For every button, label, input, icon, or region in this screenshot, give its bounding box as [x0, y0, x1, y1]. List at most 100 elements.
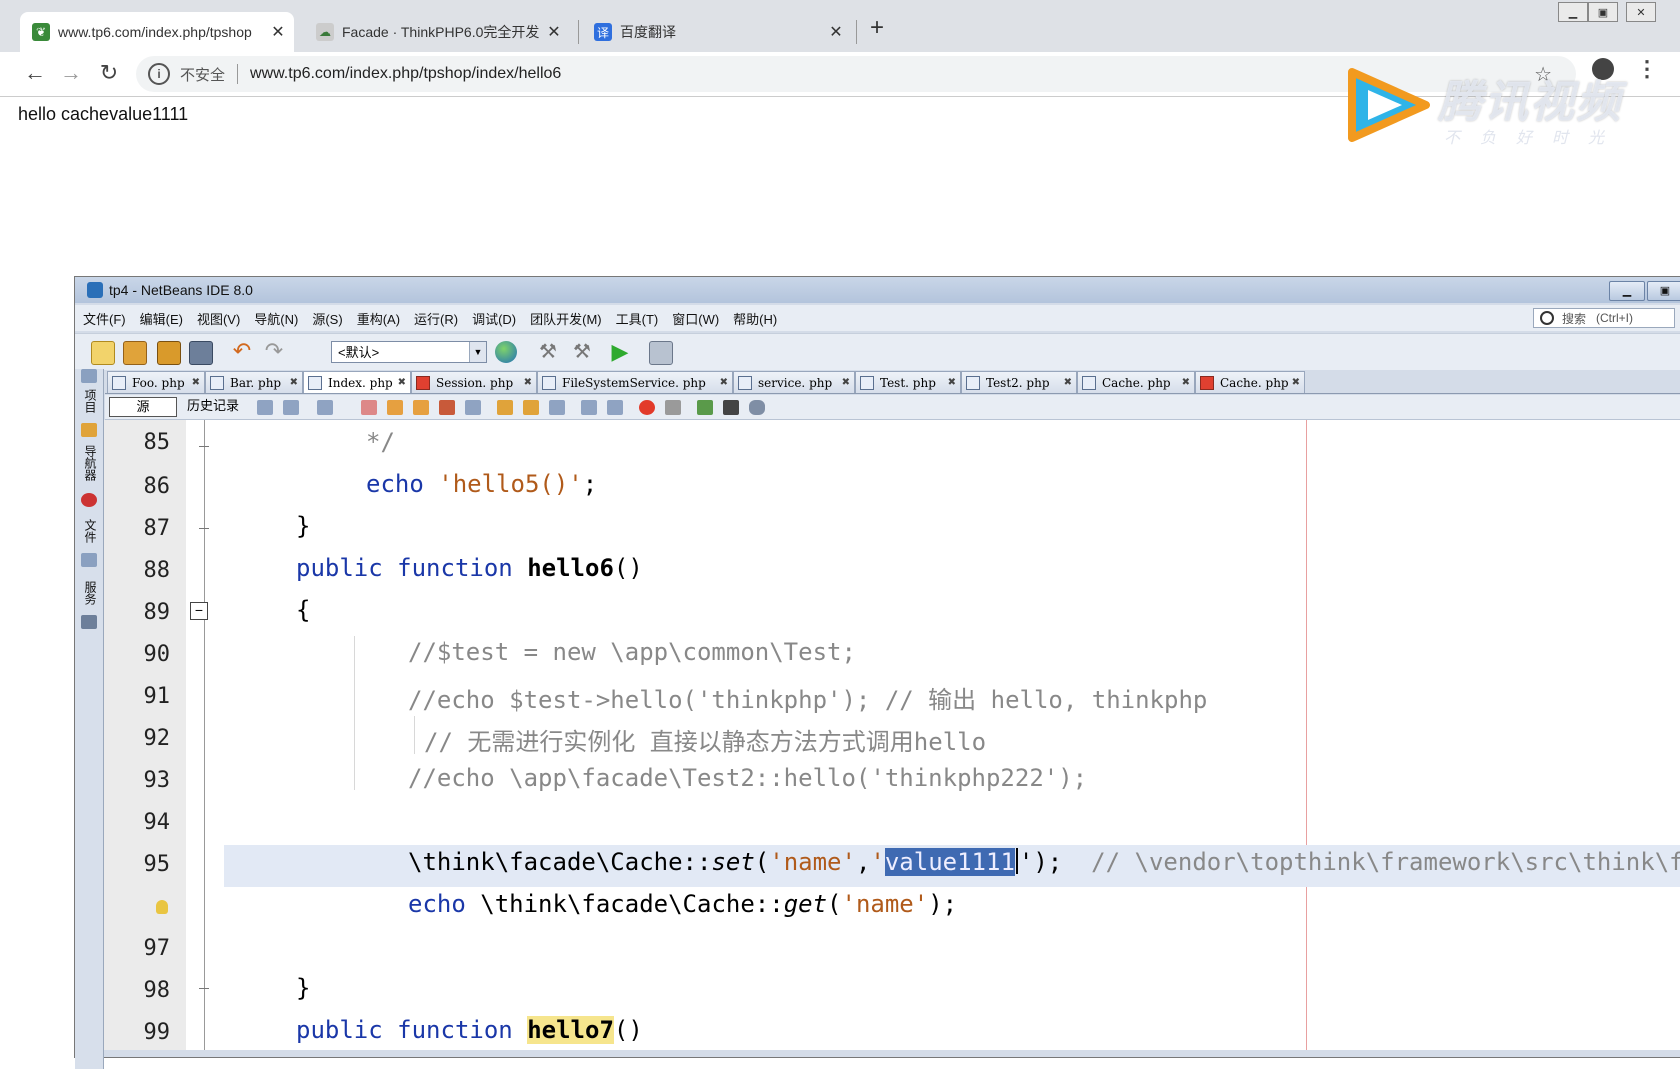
- uncomment-icon[interactable]: [723, 400, 739, 415]
- find-next-icon[interactable]: [413, 400, 429, 415]
- config-dropdown[interactable]: <默认> ▼: [331, 341, 487, 363]
- menu-source[interactable]: 源(S): [312, 309, 342, 328]
- close-tab-icon[interactable]: ✖: [948, 377, 956, 388]
- line-number: 99: [143, 1020, 171, 1045]
- undo-icon[interactable]: ↶: [231, 340, 253, 363]
- file-tab-cache-2[interactable]: Cache. php ✖: [1195, 371, 1305, 393]
- browser-tab-facade[interactable]: ☁ Facade · ThinkPHP6.0完全开发 ✕: [304, 12, 570, 52]
- more-menu-icon[interactable]: ⋮: [1636, 56, 1658, 82]
- close-tab-icon[interactable]: ✖: [524, 377, 532, 388]
- close-tab-icon[interactable]: ✕: [544, 22, 564, 42]
- file-tab-cache[interactable]: Cache. php ✖: [1077, 371, 1195, 393]
- clean-build-icon[interactable]: ⚒: [571, 341, 593, 363]
- file-tab-foo[interactable]: Foo. php ✖: [107, 371, 205, 393]
- back-icon[interactable]: ←: [20, 58, 50, 88]
- close-tab-icon[interactable]: ✖: [1292, 377, 1300, 388]
- next-bookmark-icon[interactable]: [523, 400, 539, 415]
- line-number: 95: [143, 852, 171, 877]
- file-tab-session[interactable]: Session. php ✖: [411, 371, 537, 393]
- files-icon: [81, 553, 97, 567]
- file-tab-test[interactable]: Test. php ✖: [855, 371, 961, 393]
- close-tab-icon[interactable]: ✖: [1182, 377, 1190, 388]
- close-tab-icon[interactable]: ✖: [720, 377, 728, 388]
- find-icon[interactable]: [361, 400, 377, 415]
- code-line-86: echo 'hello5()';: [366, 470, 598, 498]
- new-tab-button[interactable]: +: [870, 14, 884, 42]
- run-icon[interactable]: ▶: [609, 341, 631, 363]
- close-tab-icon[interactable]: ✖: [290, 377, 298, 388]
- maximize-button[interactable]: ▣: [1588, 2, 1618, 22]
- menu-debug[interactable]: 调试(D): [472, 309, 516, 328]
- ide-search-box[interactable]: 搜索 (Ctrl+I): [1533, 308, 1675, 328]
- close-tab-icon[interactable]: ✖: [192, 377, 200, 388]
- code-line-99: public function hello7(): [296, 1016, 643, 1044]
- side-tab-projects[interactable]: 项目: [79, 389, 99, 413]
- browser-tab-tp6[interactable]: ❦ www.tp6.com/index.php/tpshop ✕: [20, 12, 294, 52]
- menu-file[interactable]: 文件(F): [83, 309, 126, 328]
- ide-maximize-button[interactable]: ▣: [1647, 281, 1680, 301]
- open-project-icon[interactable]: [157, 341, 181, 365]
- toggle-bookmark-icon[interactable]: [549, 400, 565, 415]
- side-tab-files[interactable]: 文件: [79, 519, 99, 543]
- menu-navigate[interactable]: 导航(N): [254, 309, 298, 328]
- tab-title: www.tp6.com/index.php/tpshop: [58, 24, 252, 40]
- browser-globe-icon[interactable]: [495, 341, 517, 363]
- close-tab-icon[interactable]: ✕: [826, 22, 846, 42]
- build-hammer-icon[interactable]: ⚒: [537, 341, 559, 363]
- last-edit-icon[interactable]: [257, 400, 273, 415]
- save-all-icon[interactable]: [189, 341, 213, 365]
- minimize-button[interactable]: ▁: [1558, 2, 1588, 22]
- side-tab-services[interactable]: 服务: [79, 581, 99, 605]
- file-tab-index[interactable]: Index. php ✖: [303, 371, 411, 393]
- close-tab-icon[interactable]: ✖: [842, 377, 850, 388]
- previous-bookmark-icon[interactable]: [497, 400, 513, 415]
- security-label[interactable]: 不安全: [180, 64, 225, 85]
- file-tab-service[interactable]: service. php ✖: [733, 371, 855, 393]
- file-tab-bar[interactable]: Bar. php ✖: [205, 371, 303, 393]
- menu-tools[interactable]: 工具(T): [616, 309, 659, 328]
- shift-right-icon[interactable]: [607, 400, 623, 415]
- browser-tab-baidu-translate[interactable]: 译 百度翻译 ✕: [582, 12, 852, 52]
- menu-run[interactable]: 运行(R): [414, 309, 458, 328]
- find-previous-icon[interactable]: [387, 400, 403, 415]
- comment-icon[interactable]: [697, 400, 713, 415]
- menu-refactor[interactable]: 重构(A): [357, 309, 400, 328]
- menu-team[interactable]: 团队开发(M): [530, 309, 602, 328]
- close-tab-icon[interactable]: ✖: [1064, 377, 1072, 388]
- hint-bulb-icon[interactable]: [156, 900, 168, 914]
- source-view-button[interactable]: 源: [109, 397, 177, 417]
- redo-icon[interactable]: ↷: [263, 340, 285, 363]
- ide-minimize-button[interactable]: ▁: [1609, 281, 1645, 301]
- back-icon[interactable]: [283, 400, 299, 415]
- forward-icon[interactable]: [317, 400, 333, 415]
- menu-view[interactable]: 视图(V): [197, 309, 240, 328]
- debug-icon[interactable]: [649, 341, 673, 365]
- file-tab-test2[interactable]: Test2. php ✖: [961, 371, 1077, 393]
- new-file-icon[interactable]: [91, 341, 115, 365]
- history-view-button[interactable]: 历史记录: [181, 397, 245, 417]
- stop-macro-icon[interactable]: [665, 400, 681, 415]
- toggle-highlight-icon[interactable]: [439, 400, 455, 415]
- leaf-icon: ❦: [32, 23, 50, 41]
- info-icon[interactable]: i: [148, 63, 170, 85]
- menu-window[interactable]: 窗口(W): [672, 309, 719, 328]
- editor-file-tabs: Foo. php ✖ Bar. php ✖ Index. php ✖ Session.…: [105, 371, 1680, 394]
- url-text[interactable]: www.tp6.com/index.php/tpshop/index/hello…: [250, 65, 561, 83]
- menu-edit[interactable]: 编辑(E): [140, 309, 183, 328]
- forward-icon[interactable]: →: [56, 58, 86, 88]
- line-number: 88: [143, 558, 171, 583]
- file-tab-filesystemservice[interactable]: FileSystemService. php ✖: [537, 371, 733, 393]
- close-tab-icon[interactable]: ✖: [398, 377, 406, 388]
- reload-icon[interactable]: ↻: [94, 58, 124, 88]
- fold-toggle[interactable]: −: [190, 602, 208, 620]
- close-window-button[interactable]: ✕: [1626, 2, 1656, 22]
- database-icon[interactable]: [749, 400, 765, 415]
- new-project-icon[interactable]: [123, 341, 147, 365]
- record-macro-icon[interactable]: [639, 400, 655, 415]
- toggle-rect-selection-icon[interactable]: [465, 400, 481, 415]
- menu-help[interactable]: 帮助(H): [733, 309, 777, 328]
- close-tab-icon[interactable]: ✕: [268, 22, 288, 42]
- window-restore-icon[interactable]: [81, 369, 97, 383]
- shift-left-icon[interactable]: [581, 400, 597, 415]
- side-tab-navigator[interactable]: 导航器: [79, 445, 99, 481]
